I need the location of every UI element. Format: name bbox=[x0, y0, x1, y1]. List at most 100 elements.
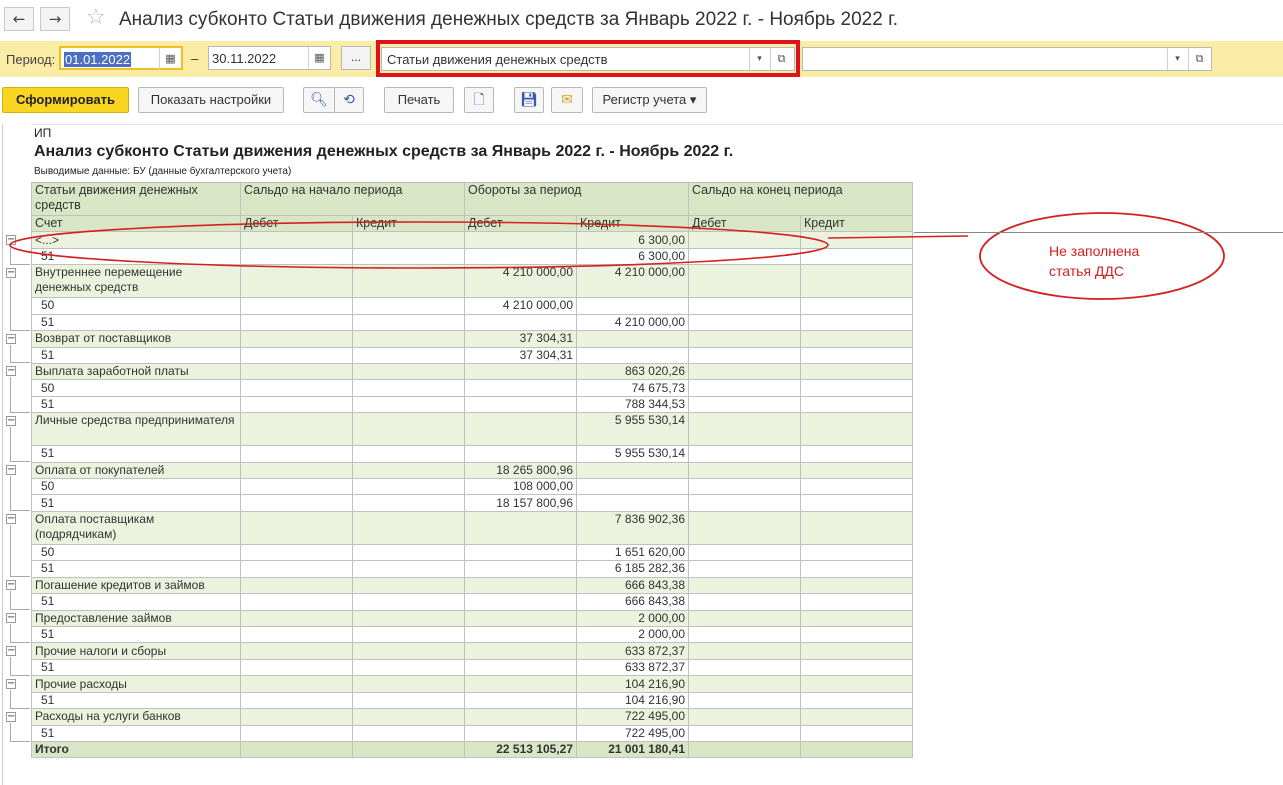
closing-credit bbox=[800, 313, 913, 332]
row-name: 50 bbox=[31, 297, 241, 315]
tree-line bbox=[10, 722, 11, 741]
closing-credit bbox=[800, 362, 913, 381]
opening-debit bbox=[240, 412, 353, 447]
total-closing-debit bbox=[688, 741, 801, 759]
closing-debit bbox=[688, 445, 801, 463]
account-row: 51 18 157 800,96 bbox=[31, 494, 913, 512]
turnover-debit bbox=[464, 576, 577, 595]
calendar-icon[interactable]: ▦ bbox=[308, 47, 330, 69]
closing-credit bbox=[800, 330, 913, 348]
tree-line bbox=[10, 707, 30, 709]
print-button[interactable]: Печать bbox=[384, 87, 454, 113]
chevron-down-icon[interactable]: ▾ bbox=[1167, 48, 1187, 70]
opening-debit bbox=[240, 658, 353, 677]
collapse-icon[interactable]: − bbox=[6, 366, 16, 377]
annotation-underline bbox=[914, 232, 1283, 233]
preview-icon[interactable]: 🗋 bbox=[464, 87, 494, 113]
opening-credit bbox=[352, 560, 465, 578]
closing-credit bbox=[800, 560, 913, 578]
closing-debit bbox=[688, 708, 801, 726]
group-row: Оплата от покупателей 18 265 800,96 bbox=[31, 461, 913, 480]
closing-credit bbox=[800, 412, 913, 447]
period-from-field[interactable]: 01.01.2022 ▦ bbox=[59, 46, 183, 70]
opening-debit bbox=[240, 576, 353, 595]
turnover-credit: 6 300,00 bbox=[576, 247, 689, 266]
closing-credit bbox=[800, 609, 913, 627]
opening-debit bbox=[240, 231, 353, 249]
search-icon[interactable]: 🔍︎ bbox=[303, 87, 335, 113]
collapse-icon[interactable]: − bbox=[6, 613, 16, 624]
collapse-icon[interactable]: − bbox=[6, 645, 16, 656]
collapse-icon[interactable]: − bbox=[6, 514, 16, 525]
save-icon[interactable]: 💾︎ bbox=[514, 87, 544, 113]
show-settings-button[interactable]: Показать настройки bbox=[138, 87, 284, 113]
turnover-credit bbox=[576, 461, 689, 480]
turnover-debit bbox=[464, 313, 577, 332]
collapse-icon[interactable]: − bbox=[6, 415, 16, 426]
row-name: Предоставление займов bbox=[31, 609, 241, 627]
collapse-icon[interactable]: − bbox=[6, 333, 16, 344]
opening-debit bbox=[240, 609, 353, 627]
turnover-debit bbox=[464, 543, 577, 562]
highlight-box bbox=[376, 40, 800, 77]
generate-button[interactable]: Сформировать bbox=[2, 87, 129, 113]
account-row: 50 74 675,73 bbox=[31, 379, 913, 397]
mail-icon[interactable]: ✉ bbox=[551, 87, 583, 113]
collapse-icon[interactable]: − bbox=[6, 465, 16, 476]
opening-debit bbox=[240, 642, 353, 660]
period-dash: – bbox=[191, 51, 199, 66]
tree-line bbox=[10, 740, 30, 742]
closing-credit bbox=[800, 576, 913, 595]
opening-debit bbox=[240, 593, 353, 611]
tree-line bbox=[10, 461, 30, 463]
tree-line bbox=[10, 263, 30, 265]
report-note: Выводимые данные: БУ (данные бухгалтерск… bbox=[34, 166, 292, 177]
tree-line bbox=[10, 591, 11, 610]
tree-line bbox=[10, 426, 11, 462]
closing-credit bbox=[800, 543, 913, 562]
closing-debit bbox=[688, 494, 801, 512]
collapse-icon[interactable]: − bbox=[6, 267, 16, 278]
opening-debit bbox=[240, 724, 353, 743]
collapse-icon[interactable]: − bbox=[6, 580, 16, 591]
collapse-icon[interactable]: − bbox=[6, 678, 16, 689]
calendar-icon[interactable]: ▦ bbox=[159, 48, 181, 70]
period-select-button[interactable]: ... bbox=[341, 46, 371, 70]
turnover-credit: 633 872,37 bbox=[576, 642, 689, 660]
row-name: 51 bbox=[31, 494, 241, 512]
collapse-icon[interactable]: − bbox=[6, 234, 16, 245]
row-name: Выплата заработной платы bbox=[31, 362, 241, 381]
turnover-credit: 666 843,38 bbox=[576, 576, 689, 595]
turnover-debit: 108 000,00 bbox=[464, 478, 577, 496]
collapse-icon[interactable]: − bbox=[6, 711, 16, 722]
closing-credit bbox=[800, 658, 913, 677]
group-row: Прочие расходы 104 216,90 bbox=[31, 675, 913, 693]
opening-debit bbox=[240, 346, 353, 364]
report-title: Анализ субконто Статьи движения денежных… bbox=[34, 143, 734, 160]
group-row: Возврат от поставщиков 37 304,31 bbox=[31, 330, 913, 348]
turnover-credit bbox=[576, 478, 689, 496]
row-name: 50 bbox=[31, 379, 241, 397]
account-row: 51 722 495,00 bbox=[31, 724, 913, 743]
account-row: 51 6 185 282,36 bbox=[31, 560, 913, 578]
period-to-field[interactable]: 30.11.2022 ▦ bbox=[208, 46, 331, 70]
opening-debit bbox=[240, 264, 353, 299]
header-turnover-credit: Кредит bbox=[576, 214, 689, 233]
subconto2-select[interactable]: ▾ ⧉ bbox=[802, 47, 1212, 71]
tree-line bbox=[10, 411, 30, 413]
group-row: Внутреннее перемещение денежных средств 4… bbox=[31, 264, 913, 299]
opening-debit bbox=[240, 478, 353, 496]
opening-credit bbox=[352, 691, 465, 710]
back-icon[interactable]: ← bbox=[4, 7, 34, 31]
closing-credit bbox=[800, 510, 913, 545]
turnover-debit: 4 210 000,00 bbox=[464, 264, 577, 299]
register-dropdown[interactable]: Регистр учета ▾ bbox=[592, 87, 707, 113]
forward-icon[interactable]: → bbox=[40, 7, 70, 31]
opening-credit bbox=[352, 675, 465, 693]
search-cancel-icon[interactable]: ⟲ bbox=[334, 87, 364, 113]
tree-line bbox=[10, 245, 11, 264]
favorite-star-icon[interactable]: ☆ bbox=[86, 5, 106, 30]
opening-debit bbox=[240, 395, 353, 414]
opening-credit bbox=[352, 395, 465, 414]
open-icon[interactable]: ⧉ bbox=[1188, 48, 1210, 70]
